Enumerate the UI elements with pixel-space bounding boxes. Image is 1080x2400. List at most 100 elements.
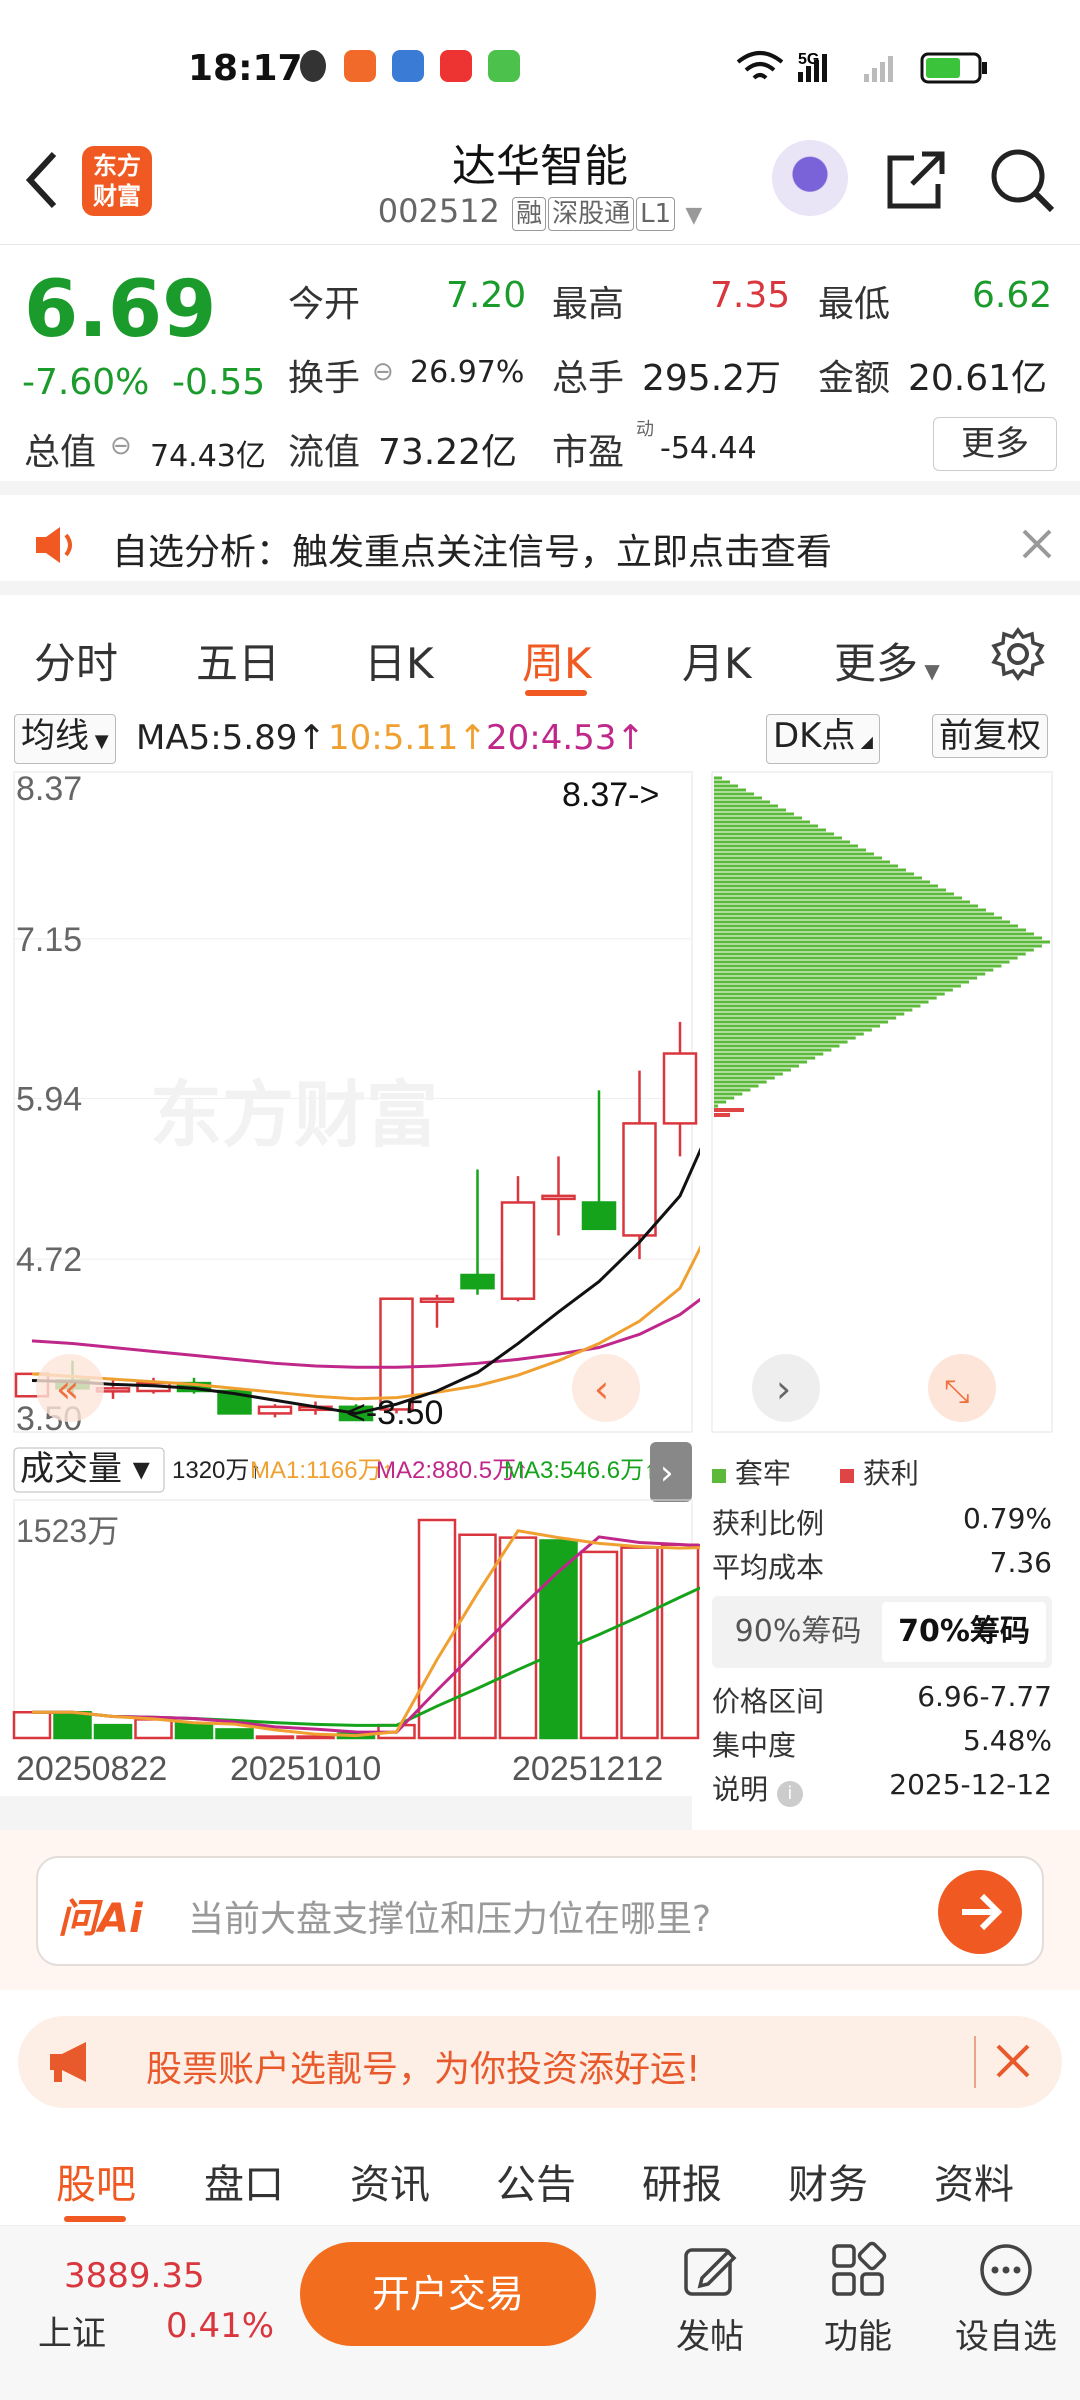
open-label: 今开 [288, 284, 361, 325]
post-label: 发帖 [676, 2317, 744, 2357]
x-axis-label: 20251010 [230, 1750, 381, 1788]
candle [460, 1273, 495, 1290]
index-name: 上证 [38, 2314, 106, 2354]
info-icon[interactable]: ⊖ [110, 431, 132, 461]
open-account-trade-button[interactable]: 开户交易 [300, 2242, 596, 2346]
legend-trapped: 套牢 [712, 1452, 791, 1492]
avg-cost-value: 7.36 [989, 1546, 1052, 1579]
post-button[interactable]: 发帖 [650, 2240, 770, 2358]
avg-cost-label: 平均成本 [712, 1551, 825, 1584]
float-cap-value: 73.22亿 [378, 432, 518, 473]
function-label: 功能 [824, 2317, 892, 2357]
bottom-action-bar: 3889.35 上证 0.41% 开户交易 发帖 功能 设自选 [0, 2226, 1080, 2400]
settings-gear-icon[interactable] [990, 626, 1046, 682]
chart-period-tabs: 分时 五日 日K 周K 月K 更多 ▼ [0, 600, 1080, 700]
pe-dynamic-mark: 动 [636, 419, 654, 440]
vol-ma1-label: MA1:1166万↑ [250, 1457, 394, 1484]
stock-header: 东方 财富 达华智能 002512 融深股通 L1 ▼ [0, 140, 1080, 245]
note-date: 2025-12-12 [889, 1768, 1052, 1801]
app-notification-icon [392, 50, 424, 82]
candle [662, 1052, 698, 1125]
volume-label: 总手 [552, 358, 625, 399]
change-amount: -0.55 [172, 362, 266, 403]
max-price-label: 8.37-> [562, 776, 659, 814]
volume-bar [53, 1710, 92, 1740]
ma-select[interactable]: 均线 ▼ [14, 714, 116, 764]
promo-banner[interactable]: 股票账户选靓号，为你投资添好运! [18, 2016, 1062, 2108]
add-watchlist-button[interactable]: 设自选 [946, 2240, 1066, 2358]
active-tab-indicator [64, 2216, 126, 2222]
function-button[interactable]: 功能 [798, 2240, 918, 2358]
legend-profit: 获利 [840, 1452, 919, 1492]
tab-five-day[interactable]: 五日 [196, 630, 280, 691]
profit-ratio-label: 获利比例 [712, 1507, 825, 1540]
y-tick-label: 5.94 [16, 1080, 82, 1118]
tab-announcements[interactable]: 公告 [496, 2152, 576, 2210]
y-tick-label: 7.15 [16, 921, 82, 959]
volume-bar [660, 1543, 700, 1740]
ma5-label: MA5:5.89↑ [136, 718, 326, 758]
ai-brand: 问Ai [58, 1896, 143, 1942]
last-price: 6.69 [24, 265, 217, 355]
close-icon[interactable] [994, 2042, 1034, 2082]
volume-max-label: 1523万 [16, 1513, 119, 1549]
adjust-button[interactable]: 前复权 [932, 714, 1048, 758]
info-icon[interactable]: ⊖ [372, 357, 394, 387]
market-cap-label: 总值 [24, 432, 97, 473]
profit-ratio-value: 0.79% [963, 1502, 1052, 1535]
tab-forum[interactable]: 股吧 [56, 2152, 136, 2210]
ai-robot-icon[interactable] [772, 140, 848, 216]
ai-ask-box[interactable]: 问Ai 当前大盘支撑位和压力位在哪里? [36, 1856, 1044, 1966]
ai-send-button[interactable] [938, 1870, 1022, 1954]
tab-chip-90[interactable]: 90%筹码 [718, 1602, 878, 1662]
x-axis-label: 20250822 [16, 1750, 167, 1788]
tab-monthly-k[interactable]: 月K [682, 630, 752, 691]
turnover-label: 换手 [288, 358, 361, 399]
close-icon[interactable] [1020, 527, 1054, 561]
share-icon[interactable] [884, 148, 950, 212]
tab-weekly-k[interactable]: 周K [522, 630, 592, 691]
concentration-label: 集中度 [712, 1729, 797, 1762]
signal-battery-icons: 5G [736, 51, 987, 84]
app-notification-icon [344, 50, 376, 82]
app-notification-icon [300, 50, 326, 82]
low-value: 6.62 [972, 275, 1053, 316]
arrow-right-icon [962, 1893, 1003, 1931]
speaker-icon [36, 527, 72, 563]
note-label: 说明 i [712, 1768, 803, 1808]
dk-point-button[interactable]: DK点 ◢ [766, 714, 880, 764]
tab-news[interactable]: 资讯 [350, 2152, 430, 2210]
volume-bar [296, 1735, 335, 1740]
more-quote-button[interactable]: 更多 [933, 417, 1057, 471]
candle [581, 1201, 617, 1231]
volume-bar [620, 1546, 659, 1740]
expand-icon: ⤡ [944, 1372, 970, 1410]
tab-intraday[interactable]: 分时 [34, 630, 118, 691]
tab-profile[interactable]: 资料 [934, 2152, 1014, 2210]
tab-daily-k[interactable]: 日K [364, 630, 434, 691]
tab-handicap[interactable]: 盘口 [204, 2152, 284, 2210]
open-value: 7.20 [446, 275, 527, 316]
high-value: 7.35 [710, 275, 791, 316]
chip-distribution-chart[interactable]: › ⤡ [700, 760, 1080, 1440]
alert-banner[interactable]: 自选分析：触发重点关注信号，立即点击查看 [0, 495, 1080, 595]
candlestick-chart[interactable]: 8.377.155.944.723.50东方财富8.37-><-3.50« ‹成交… [0, 760, 700, 1830]
amount-value: 20.61亿 [908, 358, 1048, 399]
volume-bar [579, 1550, 619, 1740]
dropdown-icon: ▼ [685, 203, 703, 228]
price-range-value: 6.96-7.77 [917, 1680, 1052, 1713]
turnover-value: 26.97% [410, 355, 525, 390]
vol-ma3-label: MA3:546.6万↑ [504, 1457, 656, 1484]
panel-gap [0, 1796, 692, 1830]
volume-bar [134, 1718, 173, 1740]
status-bar: 18:17 5G [0, 0, 1080, 140]
tab-chip-70[interactable]: 70%筹码 [882, 1602, 1046, 1662]
clock: 18:17 [188, 48, 303, 89]
search-icon[interactable] [988, 146, 1058, 216]
alert-text: 自选分析：触发重点关注信号，立即点击查看 [112, 532, 833, 573]
tab-research[interactable]: 研报 [642, 2152, 722, 2210]
tab-more[interactable]: 更多 ▼ [834, 630, 940, 691]
tab-finance[interactable]: 财务 [788, 2152, 868, 2210]
candle [257, 1405, 293, 1415]
index-value[interactable]: 3889.35 [64, 2256, 205, 2296]
